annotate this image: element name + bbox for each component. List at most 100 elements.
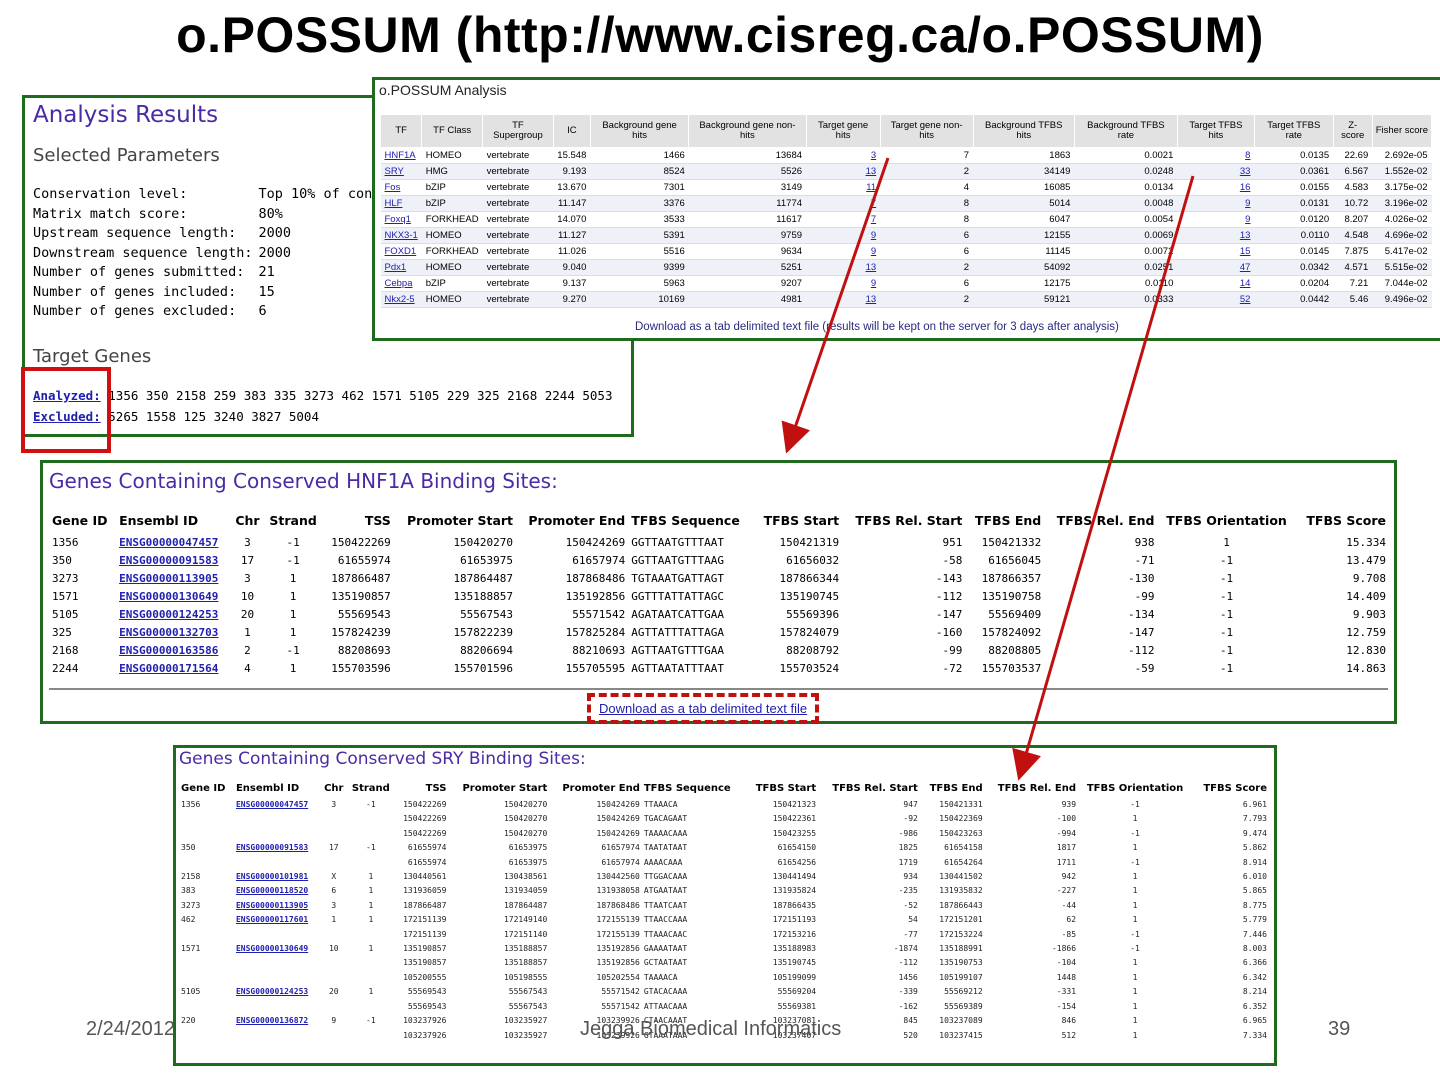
table-cell: 14.863 [1346,661,1386,675]
tf-link[interactable]: Pdx1 [385,262,407,273]
table-cell: 8.775 [1242,900,1267,910]
ensembl-link[interactable]: ENSG00000101981 [236,872,308,881]
opossum-download-note[interactable]: Download as a tab delimited text file (r… [635,321,1119,333]
ensembl-link[interactable]: ENSG00000130649 [236,944,308,953]
column-header[interactable]: TF [379,114,423,148]
table-cell: 55571542 [601,1001,640,1011]
table-cell: 135192856 [596,958,640,968]
hits-link[interactable]: 13 [866,262,877,273]
table-cell: 3273 [181,900,201,910]
tf-link[interactable]: FOXD1 [385,246,417,257]
table-cell: 1 [368,944,374,954]
table-cell: TAAAACA [643,972,678,982]
table-cell: 135190745 [772,958,817,968]
hits-link[interactable]: 8 [1245,150,1250,161]
hits-link[interactable]: 13 [866,166,877,177]
table-cell: TAAAACAAA [643,828,688,838]
column-header[interactable]: TF Class [421,114,484,148]
hits-link[interactable]: 33 [1240,166,1251,177]
table-cell: 2 [880,291,974,308]
hits-link[interactable]: 9 [871,230,876,241]
hits-link[interactable]: 13 [1240,230,1251,241]
hits-link[interactable]: 13 [866,294,877,305]
column-header[interactable]: Background TFBS rate [1073,114,1178,148]
tf-link[interactable]: HNF1A [385,150,416,161]
column-header[interactable]: IC [552,114,591,148]
ensembl-link[interactable]: ENSG00000124253 [119,608,218,621]
table-cell: 350 [52,553,72,567]
ensembl-link[interactable]: ENSG00000113905 [119,572,218,585]
hits-link[interactable]: 16 [1240,182,1251,193]
table-cell: 8524 [590,163,689,180]
ensembl-link[interactable]: ENSG00000091583 [236,843,308,852]
hits-link[interactable]: 47 [1240,262,1251,273]
table-cell: -99 [942,643,963,657]
column-header: Promoter Start [406,513,514,528]
ensembl-link[interactable]: ENSG00000136872 [236,1016,308,1025]
table-cell: 62 [1066,915,1077,925]
table-cell: 939 [1061,800,1077,809]
column-header[interactable]: Fisher score [1371,114,1433,148]
table-cell: 187866344 [779,571,840,585]
table-cell: 103237926 [403,1016,447,1026]
hits-link[interactable]: 9 [1245,214,1250,225]
table-cell: 0.0248 [1074,163,1178,180]
column-header[interactable]: Target gene non-hits [879,114,974,148]
column-header[interactable]: Background TFBS hits [972,114,1075,148]
ensembl-link[interactable]: ENSG00000118520 [236,886,308,895]
hits-link[interactable]: 9 [871,246,876,257]
table-cell [234,928,321,942]
table-cell: 52 [1177,291,1255,308]
table-cell: -1866 [1051,944,1077,954]
hits-link[interactable]: 7 [871,214,876,225]
tf-link[interactable]: Foxq1 [385,214,411,225]
ensembl-link[interactable]: ENSG00000113905 [236,901,308,910]
column-header[interactable]: Target TFBS rate [1253,114,1334,148]
table-cell [234,971,321,985]
table-cell [179,812,234,826]
ensembl-link[interactable]: ENSG00000091583 [119,554,218,567]
table-cell [234,1000,321,1014]
tf-link[interactable]: Fos [385,182,401,193]
hits-link[interactable]: 15 [1240,246,1251,257]
table-cell: 0.0333 [1074,291,1178,308]
ensembl-link[interactable]: ENSG00000117601 [236,915,308,924]
table-cell: 157822239 [453,625,514,639]
table-cell: -147 [1128,625,1155,639]
table-cell: 934 [903,872,918,882]
ensembl-link[interactable]: ENSG00000047457 [119,536,218,549]
table-cell: 1 [1132,915,1138,925]
ensembl-link[interactable]: ENSG00000130649 [119,590,218,603]
ensembl-link[interactable]: ENSG00000132703 [119,626,218,639]
column-header[interactable]: Background gene hits [589,114,690,148]
ensembl-link[interactable]: ENSG00000163586 [119,644,218,657]
column-header[interactable]: Target TFBS hits [1176,114,1255,148]
tf-link[interactable]: SRY [385,166,404,177]
table-cell: 6047 [973,211,1075,228]
hits-link[interactable]: 14 [1240,278,1251,289]
hnf1a-download-link[interactable]: Download as a tab delimited text file [599,701,807,716]
hits-link[interactable]: 52 [1240,294,1251,305]
hits-link[interactable]: 3 [871,150,876,161]
column-header[interactable]: Target gene hits [805,114,881,148]
table-cell: -130 [1128,571,1155,585]
column-header[interactable]: Z-score [1332,114,1373,148]
table-cell: 135188857 [453,589,514,603]
ensembl-link[interactable]: ENSG00000171564 [119,662,218,675]
tf-link[interactable]: Nkx2-5 [385,294,415,305]
tf-link[interactable]: Cebpa [385,278,413,289]
column-header[interactable]: TF Supergroup [482,114,554,148]
hits-link[interactable]: 7 [871,198,876,209]
ensembl-link[interactable]: ENSG00000124253 [236,987,308,996]
footer-date: 2/24/2012 [86,1018,175,1040]
hits-link[interactable]: 9 [871,278,876,289]
tf-link[interactable]: HLF [385,198,403,209]
column-header[interactable]: Background gene non-hits [688,114,807,148]
hits-link[interactable]: 11 [866,182,876,193]
table-cell: bZIP [421,195,483,212]
tf-link[interactable]: NKX3-1 [385,230,418,241]
table-cell: -143 [935,571,963,585]
table-cell: AGTTATTTATTAGA [631,625,724,639]
hits-link[interactable]: 9 [1245,198,1250,209]
ensembl-link[interactable]: ENSG00000047457 [236,800,308,809]
